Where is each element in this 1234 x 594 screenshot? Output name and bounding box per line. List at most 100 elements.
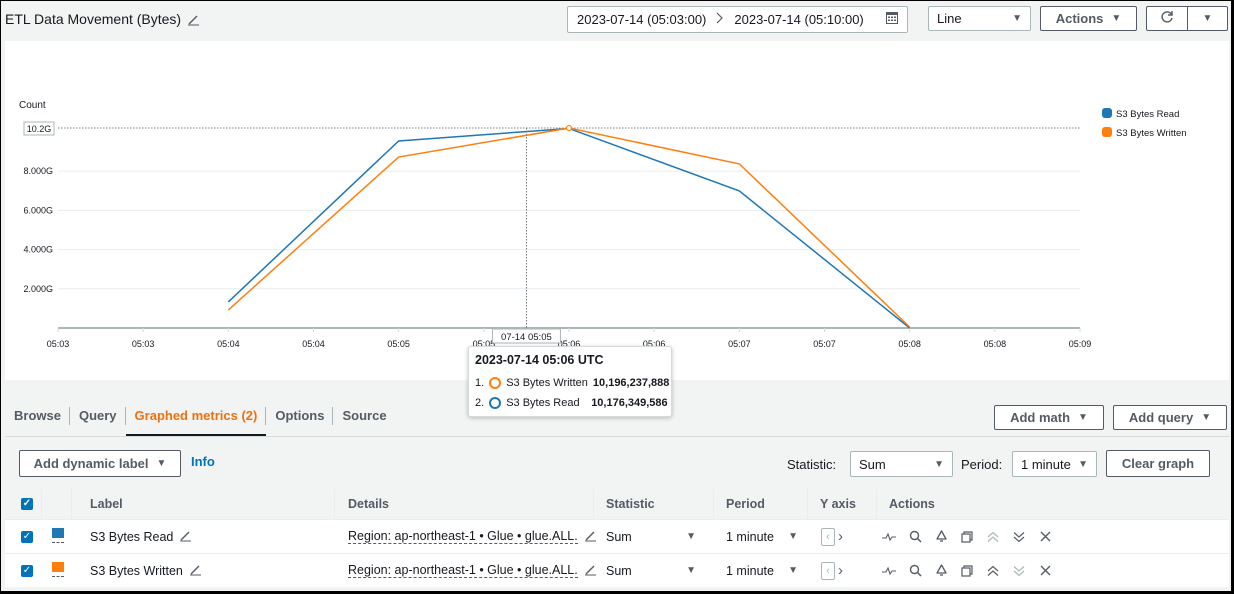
max-value-label: 10.2G (27, 124, 52, 134)
legend-label: S3 Bytes Read (1116, 109, 1179, 120)
duplicate-icon[interactable] (957, 527, 977, 547)
tab-browse[interactable]: Browse (5, 393, 70, 437)
search-icon[interactable] (905, 561, 925, 581)
tabs-divider (5, 436, 1229, 437)
row-period-select[interactable]: 1 minute ▼ (726, 554, 798, 587)
row-details[interactable]: Region: ap-northeast-1 • Glue • glue.ALL… (348, 529, 578, 544)
y-axis-left-toggle[interactable]: ‹ (821, 561, 835, 580)
clear-graph-label: Clear graph (1121, 456, 1195, 471)
row-statistic-value: Sum (606, 563, 632, 578)
statistic-select[interactable]: Sum ▼ (850, 451, 953, 477)
legend-swatch (1102, 127, 1112, 137)
bell-alarm-icon[interactable] (931, 561, 951, 581)
x-tick-label: 05:03 (47, 339, 70, 349)
edit-details-pencil-icon[interactable] (584, 529, 597, 545)
duplicate-icon[interactable] (957, 561, 977, 581)
series-line-s3-bytes-written (227, 127, 911, 328)
color-swatch (52, 562, 64, 572)
move-up-icon[interactable] (983, 527, 1003, 547)
caret-down-icon: ▼ (686, 565, 696, 576)
legend-label: S3 Bytes Written (1116, 128, 1187, 139)
period-select-value: 1 minute (1021, 456, 1071, 472)
search-icon[interactable] (905, 527, 925, 547)
tab-query[interactable]: Query (70, 393, 126, 437)
y-axis-left-toggle[interactable]: ‹ (821, 527, 835, 546)
metric-tabs: Browse Query Graphed metrics (2) Options… (5, 393, 396, 437)
info-link[interactable]: Info (191, 454, 215, 469)
clear-graph-button[interactable]: Clear graph (1106, 450, 1210, 477)
graph-title-text: ETL Data Movement (Bytes) (5, 11, 182, 27)
edit-title-pencil-icon[interactable] (187, 13, 200, 26)
tab-options[interactable]: Options (266, 393, 334, 437)
tooltip-row: 2. S3 Bytes Read 10,176,349,586 (475, 397, 668, 409)
caret-down-icon: ▼ (1111, 13, 1122, 24)
caret-down-icon: ▼ (1012, 13, 1022, 24)
period-select[interactable]: 1 minute ▼ (1012, 451, 1097, 477)
move-down-icon[interactable] (1009, 527, 1029, 547)
edit-label-pencil-icon[interactable] (179, 529, 192, 545)
table-row: ✓ S3 Bytes Read Region: ap-northeast-1 •… (5, 519, 1229, 553)
row-statistic-select[interactable]: Sum ▼ (606, 520, 696, 553)
caret-down-icon: ▼ (686, 531, 696, 542)
edit-label-pencil-icon[interactable] (189, 563, 202, 579)
refresh-icon (1160, 10, 1174, 27)
line-chart[interactable]: Count 2.000G 4.000G 6.000G 8.000G 10.2G 05:03 0… (5, 41, 1229, 380)
column-header-statistic[interactable]: Statistic (606, 489, 655, 519)
add-query-label: Add query (1128, 410, 1194, 425)
caret-down-icon: ▼ (1078, 412, 1088, 423)
sparkline-icon[interactable] (879, 561, 899, 581)
row-period-select[interactable]: 1 minute ▼ (726, 520, 798, 553)
tab-label: Graphed metrics (2) (134, 407, 258, 423)
remove-close-icon[interactable] (1035, 527, 1055, 547)
table-row: ✓ S3 Bytes Written Region: ap-northeast-… (5, 553, 1229, 587)
column-header-details[interactable]: Details (348, 489, 389, 519)
column-header-label[interactable]: Label (90, 489, 123, 519)
legend-swatch (1102, 108, 1112, 118)
chart-type-select[interactable]: Line ▼ (928, 6, 1031, 31)
x-tick-label: 05:07 (813, 339, 836, 349)
add-query-button[interactable]: Add query ▼ (1113, 405, 1227, 430)
tooltip-row-name: S3 Bytes Read (506, 397, 580, 409)
row-statistic-select[interactable]: Sum ▼ (606, 554, 696, 587)
chevron-right-icon (716, 12, 724, 27)
remove-close-icon[interactable] (1035, 561, 1055, 581)
series-color-picker[interactable] (52, 528, 64, 545)
time-range-start: 2023-07-14 (05:03:00) (577, 12, 707, 27)
x-tick-label: 05:07 (728, 339, 751, 349)
refresh-options-button[interactable]: ▼ (1187, 6, 1228, 31)
x-tick-label: 05:08 (984, 339, 1007, 349)
x-tick-label: 05:04 (217, 339, 240, 349)
chart-type-value: Line (937, 11, 962, 26)
add-math-button[interactable]: Add math ▼ (994, 405, 1104, 430)
tab-source[interactable]: Source (333, 393, 395, 437)
series-color-picker[interactable] (52, 562, 64, 579)
sparkline-icon[interactable] (879, 527, 899, 547)
column-header-y-axis[interactable]: Y axis (820, 489, 856, 519)
move-up-icon[interactable] (983, 561, 1003, 581)
row-details[interactable]: Region: ap-northeast-1 • Glue • glue.ALL… (348, 563, 578, 578)
statistic-select-value: Sum (859, 456, 886, 472)
table-header: ✓ Label Details Statistic Period Y axis … (5, 489, 1229, 519)
row-checkbox[interactable]: ✓ (21, 530, 33, 543)
y-axis-right-toggle[interactable]: › (838, 562, 843, 579)
select-all-checkbox[interactable]: ✓ (21, 498, 33, 510)
caret-down-icon: ▼ (1201, 412, 1212, 423)
y-axis-right-toggle[interactable]: › (838, 528, 843, 545)
bell-alarm-icon[interactable] (931, 527, 951, 547)
row-checkbox[interactable]: ✓ (21, 564, 33, 577)
edit-details-pencil-icon[interactable] (584, 563, 597, 579)
actions-button[interactable]: Actions ▼ (1040, 6, 1137, 31)
refresh-button[interactable] (1146, 6, 1188, 31)
tab-graphed-metrics[interactable]: Graphed metrics (2) (125, 393, 267, 437)
move-down-icon[interactable] (1009, 561, 1029, 581)
column-header-period[interactable]: Period (726, 489, 765, 519)
x-tick-label: 05:05 (387, 339, 410, 349)
row-label: S3 Bytes Read (90, 529, 174, 544)
tooltip-title: 2023-07-14 05:06 UTC (475, 353, 604, 367)
time-range-picker[interactable]: 2023-07-14 (05:03:00) 2023-07-14 (05:10:… (567, 6, 908, 33)
add-dynamic-label-button[interactable]: Add dynamic label ▼ (19, 450, 181, 477)
caret-down-icon: ▼ (1202, 13, 1213, 24)
column-header-actions: Actions (889, 497, 935, 511)
x-tick-label: 05:09 (1069, 339, 1092, 349)
calendar-icon[interactable] (886, 12, 898, 27)
